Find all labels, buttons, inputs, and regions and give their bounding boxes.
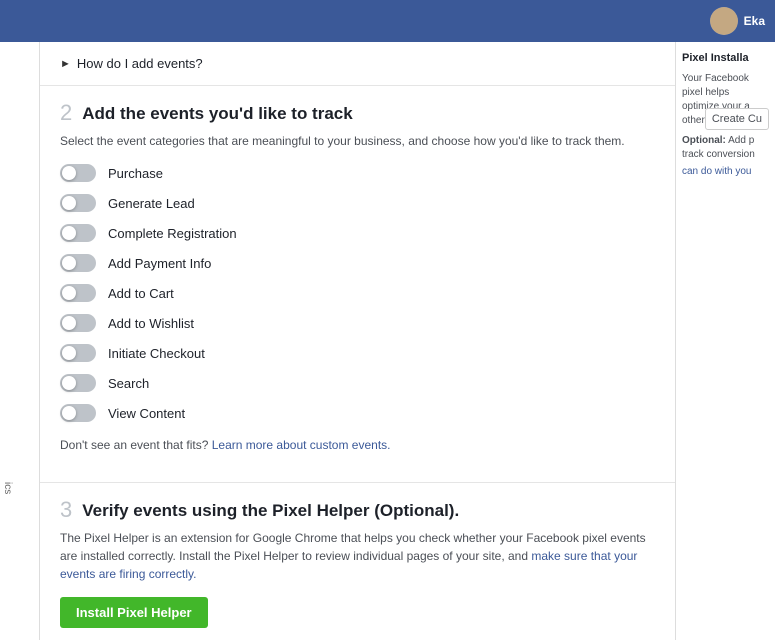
right-panel: Pixel Installa Your Facebook pixel helps… (675, 42, 775, 640)
username-label: Eka (744, 14, 765, 28)
right-panel-title: Pixel Installa (682, 52, 769, 64)
install-pixel-helper-button[interactable]: Install Pixel Helper (60, 597, 208, 628)
step2-description: Select the event categories that are mea… (60, 132, 655, 150)
step2-number: 2 (60, 102, 72, 124)
step3-header: 3 Verify events using the Pixel Helper (… (60, 501, 655, 521)
toggle-row-add-to-wishlist: Add to Wishlist (60, 314, 655, 332)
toggle-initiate-checkout[interactable] (60, 344, 96, 362)
toggle-row-add-to-cart: Add to Cart (60, 284, 655, 302)
toggle-add-to-wishlist[interactable] (60, 314, 96, 332)
custom-events-prefix: Don't see an event that fits? (60, 438, 208, 452)
toggle-add-to-cart[interactable] (60, 284, 96, 302)
step3-title: Verify events using the Pixel Helper (Op… (82, 501, 459, 521)
toggle-label-add-payment-info: Add Payment Info (108, 256, 211, 271)
faq-question: How do I add events? (77, 56, 203, 71)
toggle-row-view-content: View Content (60, 404, 655, 422)
toggle-list: Purchase Generate Lead Complete Registra… (60, 164, 655, 422)
toggle-label-purchase: Purchase (108, 166, 163, 181)
toggle-search[interactable] (60, 374, 96, 392)
toggle-row-add-payment-info: Add Payment Info (60, 254, 655, 272)
top-navbar: Eka (0, 0, 775, 42)
toggle-complete-registration[interactable] (60, 224, 96, 242)
custom-events-link[interactable]: Learn more about custom events. (212, 438, 391, 452)
sidebar-label: ics (2, 482, 13, 494)
step3-section: 3 Verify events using the Pixel Helper (… (40, 482, 675, 640)
toggle-add-payment-info[interactable] (60, 254, 96, 272)
toggle-label-add-to-cart: Add to Cart (108, 286, 174, 301)
toggle-label-search: Search (108, 376, 149, 391)
toggle-label-initiate-checkout: Initiate Checkout (108, 346, 205, 361)
chevron-right-icon: ► (60, 58, 71, 70)
toggle-label-view-content: View Content (108, 406, 185, 421)
toggle-view-content[interactable] (60, 404, 96, 422)
step3-number: 3 (60, 499, 72, 521)
right-panel-optional: Optional: Add p track conversion (682, 134, 769, 162)
main-content: ► How do I add events? 2 Add the events … (40, 42, 675, 640)
step2-title: Add the events you'd like to track (82, 104, 352, 124)
right-panel-link[interactable]: can do with you (682, 166, 752, 177)
toggle-row-complete-registration: Complete Registration (60, 224, 655, 242)
create-custom-button[interactable]: Create Cu (705, 108, 769, 130)
toggle-row-initiate-checkout: Initiate Checkout (60, 344, 655, 362)
step2-header: 2 Add the events you'd like to track (60, 104, 655, 124)
toggle-row-search: Search (60, 374, 655, 392)
custom-events-note: Don't see an event that fits? Learn more… (60, 438, 655, 452)
step2-section: 2 Add the events you'd like to track Sel… (40, 86, 675, 482)
toggle-label-add-to-wishlist: Add to Wishlist (108, 316, 194, 331)
optional-label: Optional: (682, 135, 726, 146)
toggle-row-purchase: Purchase (60, 164, 655, 182)
toggle-row-generate-lead: Generate Lead (60, 194, 655, 212)
faq-item[interactable]: ► How do I add events? (40, 42, 675, 86)
toggle-label-generate-lead: Generate Lead (108, 196, 195, 211)
avatar (710, 7, 738, 35)
step2-description-text: Select the event categories that are mea… (60, 134, 625, 148)
avatar-image (710, 7, 738, 35)
toggle-label-complete-registration: Complete Registration (108, 226, 237, 241)
toggle-generate-lead[interactable] (60, 194, 96, 212)
toggle-purchase[interactable] (60, 164, 96, 182)
left-sidebar: ics (0, 42, 40, 640)
step3-description: The Pixel Helper is an extension for Goo… (60, 529, 655, 583)
